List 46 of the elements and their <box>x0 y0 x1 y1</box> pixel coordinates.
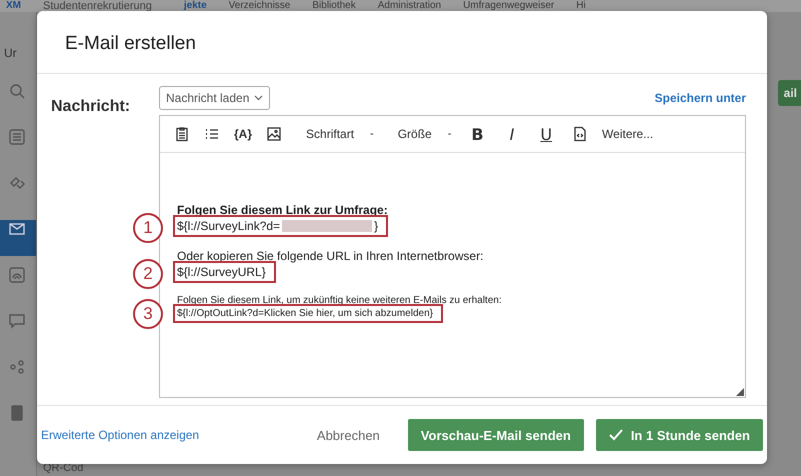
nav-tab[interactable]: Verzeichnisse <box>228 0 290 12</box>
cancel-button[interactable]: Abbrechen <box>310 426 386 444</box>
message-text: Folgen Sie diesem Link zur Umfrage: <box>177 203 389 217</box>
logo: XM <box>6 0 21 12</box>
nav-tab[interactable]: jekte <box>184 0 207 12</box>
merge-field: ${l://SurveyLink?d= } <box>173 215 388 237</box>
preview-send-button[interactable]: Vorschau-E-Mail senden <box>408 419 584 451</box>
underline-button[interactable]: U <box>540 124 552 144</box>
font-dropdown[interactable]: Schriftart - <box>306 127 374 141</box>
number-callout: 1 <box>133 213 163 243</box>
load-message-dropdown[interactable]: Nachricht laden <box>159 86 270 110</box>
number-callout: 3 <box>133 299 163 329</box>
more-button[interactable]: Weitere... <box>602 127 654 141</box>
nav-tab[interactable]: Administration <box>378 0 442 12</box>
chevron-down-icon <box>254 95 264 101</box>
message-text: Oder kopieren Sie folgende URL in Ihren Internetbrowser: <box>177 249 484 263</box>
number-callout: 2 <box>133 259 163 289</box>
share-icon[interactable] <box>8 358 26 376</box>
resize-handle[interactable] <box>736 388 744 396</box>
search-icon[interactable] <box>8 82 26 100</box>
merge-field: ${l://SurveyURL} <box>173 261 276 283</box>
project-title: Studentenrekrutierung <box>43 0 152 12</box>
nav-tab[interactable]: Bibliothek <box>312 0 356 12</box>
save-as-link[interactable]: Speichern unter <box>654 91 746 105</box>
nav-tab[interactable]: Umfragenwegweiser <box>463 0 554 12</box>
page-subheader: Ur <box>3 46 18 60</box>
merge-field: ${l://OptOutLink?d=Klicken Sie hier, um sich abzumelden} <box>173 304 443 323</box>
message-text: Folgen Sie diesem Link, um zukünftig keine weiteren E-Mails zu erhalten: <box>177 295 503 306</box>
image-button[interactable] <box>266 126 282 142</box>
nav-tab[interactable]: Hi <box>576 0 586 12</box>
action-button[interactable]: ail <box>778 80 801 106</box>
dialog-title: E-Mail erstellen <box>37 11 767 74</box>
chat-icon[interactable] <box>8 312 26 330</box>
bullet-list-button[interactable] <box>204 126 220 142</box>
advanced-options-link[interactable]: Erweiterte Optionen anzeigen <box>41 428 200 442</box>
checkmark-icon <box>608 429 623 441</box>
piped-text-button[interactable]: {A} <box>234 127 252 141</box>
source-code-button[interactable] <box>572 126 588 142</box>
font-dropdown[interactable]: Größe - <box>398 127 452 141</box>
paste-button[interactable] <box>174 126 190 142</box>
italic-button[interactable]: I <box>510 124 514 144</box>
sidebar-item[interactable] <box>0 220 36 256</box>
message-label: Nachricht: <box>51 98 132 116</box>
list-icon[interactable] <box>8 128 26 146</box>
bold-button[interactable]: B <box>471 124 484 144</box>
send-button[interactable]: In 1 Stunde senden <box>596 419 763 451</box>
